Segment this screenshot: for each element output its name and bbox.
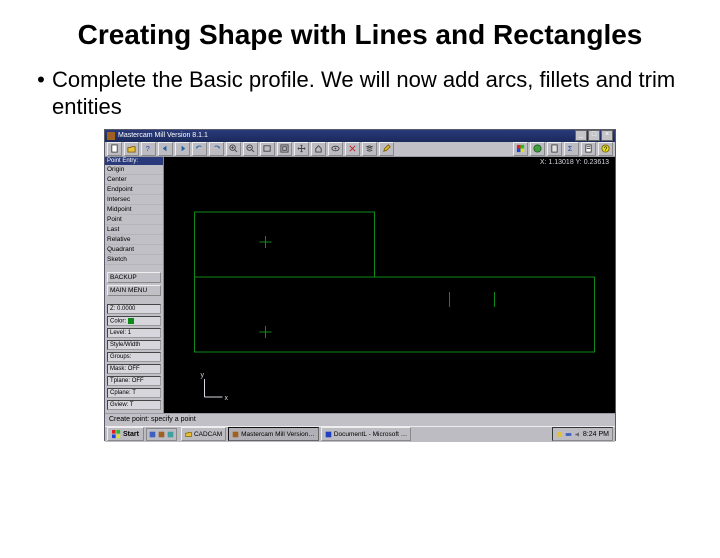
side-item-intersec[interactable]: Intersec xyxy=(105,195,163,205)
tray-icon-1[interactable] xyxy=(556,431,563,438)
minimize-button[interactable]: _ xyxy=(575,130,587,141)
status-bar: Create point: specify a point xyxy=(105,413,615,426)
home-icon[interactable] xyxy=(311,142,326,156)
status-z[interactable]: Z: 0.0000 xyxy=(107,304,161,314)
window-controls: _ □ × xyxy=(575,130,613,141)
calc-icon[interactable] xyxy=(547,142,562,156)
word-icon xyxy=(325,431,332,438)
task-cadcam[interactable]: CADCAM xyxy=(181,427,226,441)
title-bar: Mastercam Mill Version 8.1.1 _ □ × xyxy=(105,130,615,142)
clock: 8:24 PM xyxy=(583,431,609,438)
close-button[interactable]: × xyxy=(601,130,613,141)
start-button[interactable]: Start xyxy=(107,427,144,441)
status-color[interactable]: Color: xyxy=(107,316,161,327)
pan-icon[interactable] xyxy=(294,142,309,156)
system-tray: 8:24 PM xyxy=(552,427,613,441)
help-icon[interactable]: ? xyxy=(141,142,156,156)
layers-icon[interactable] xyxy=(362,142,377,156)
start-label: Start xyxy=(123,431,139,438)
ql-icon-1[interactable] xyxy=(149,431,156,438)
ql-icon-2[interactable] xyxy=(158,431,165,438)
sidebar: Point Entry: Origin Center Endpoint Inte… xyxy=(105,157,164,413)
embedded-screenshot: Mastercam Mill Version 8.1.1 _ □ × ? Σ ? xyxy=(104,129,616,441)
svg-text:?: ? xyxy=(604,146,608,153)
zoom-in-icon[interactable] xyxy=(226,142,241,156)
side-item-quadrant[interactable]: Quadrant xyxy=(105,245,163,255)
modify-icon[interactable] xyxy=(379,142,394,156)
svg-text:?: ? xyxy=(146,144,150,153)
side-item-relative[interactable]: Relative xyxy=(105,235,163,245)
file-icon[interactable] xyxy=(107,142,122,156)
quick-launch xyxy=(146,428,177,441)
backup-button[interactable]: BACKUP xyxy=(107,272,161,283)
side-panel-title: Point Entry: xyxy=(105,157,163,165)
question-icon[interactable]: ? xyxy=(598,142,613,156)
cad-drawing: y x xyxy=(164,157,615,413)
folder-icon xyxy=(185,431,192,438)
app-icon xyxy=(107,132,115,140)
side-item-center[interactable]: Center xyxy=(105,175,163,185)
mastercam-icon xyxy=(232,431,239,438)
status-tplane[interactable]: Tplane: OFF xyxy=(107,376,161,386)
taskbar: Start CADCAM Mastercam Mill Version… Doc… xyxy=(105,426,615,442)
stats-icon[interactable]: Σ xyxy=(564,142,579,156)
maximize-button[interactable]: □ xyxy=(588,130,600,141)
undo-icon[interactable] xyxy=(192,142,207,156)
view-icon[interactable] xyxy=(328,142,343,156)
volume-icon[interactable] xyxy=(574,431,581,438)
status-level[interactable]: Level: 1 xyxy=(107,328,161,338)
side-item-midpoint[interactable]: Midpoint xyxy=(105,205,163,215)
delete-icon[interactable] xyxy=(345,142,360,156)
bullet-dot: • xyxy=(30,66,52,94)
bullet-list: • Complete the Basic profile. We will no… xyxy=(30,66,690,121)
status-gview[interactable]: Gview: T xyxy=(107,400,161,410)
side-item-last[interactable]: Last xyxy=(105,225,163,235)
task-word[interactable]: DocumentL - Microsoft … xyxy=(321,427,411,441)
forward-icon[interactable] xyxy=(175,142,190,156)
status-cplane[interactable]: Cplane: T xyxy=(107,388,161,398)
side-item-endpoint[interactable]: Endpoint xyxy=(105,185,163,195)
bullet-item: • Complete the Basic profile. We will no… xyxy=(30,66,690,121)
side-item-sketch[interactable]: Sketch xyxy=(105,255,163,265)
window-title: Mastercam Mill Version 8.1.1 xyxy=(118,132,575,139)
back-icon[interactable] xyxy=(158,142,173,156)
zoom-window-icon[interactable] xyxy=(260,142,275,156)
point-entry-list: Origin Center Endpoint Intersec Midpoint… xyxy=(105,165,163,265)
axis-x-label: x xyxy=(225,395,229,402)
cad-canvas[interactable]: X: 1.13018 Y: 0.23613 y x xyxy=(164,157,615,413)
status-style[interactable]: Style/Width xyxy=(107,340,161,350)
tray-icon-2[interactable] xyxy=(565,431,572,438)
svg-text:Σ: Σ xyxy=(568,144,573,153)
task-mastercam[interactable]: Mastercam Mill Version… xyxy=(228,427,319,441)
coord-readout: X: 1.13018 Y: 0.23613 xyxy=(540,159,609,166)
open-icon[interactable] xyxy=(124,142,139,156)
main-area: Point Entry: Origin Center Endpoint Inte… xyxy=(105,157,615,413)
slide-title: Creating Shape with Lines and Rectangles xyxy=(40,18,680,52)
fit-icon[interactable] xyxy=(277,142,292,156)
zoom-out-icon[interactable] xyxy=(243,142,258,156)
main-menu-button[interactable]: MAIN MENU xyxy=(107,285,161,296)
side-item-origin[interactable]: Origin xyxy=(105,165,163,175)
status-groups[interactable]: Groups: xyxy=(107,352,161,362)
axis-y-label: y xyxy=(201,372,205,379)
color-icon[interactable] xyxy=(513,142,528,156)
redo-icon[interactable] xyxy=(209,142,224,156)
side-item-point[interactable]: Point xyxy=(105,215,163,225)
status-mask[interactable]: Mask: OFF xyxy=(107,364,161,374)
report-icon[interactable] xyxy=(581,142,596,156)
status-text: Create point: specify a point xyxy=(109,416,196,423)
bullet-text: Complete the Basic profile. We will now … xyxy=(52,66,690,121)
toolbar: ? Σ ? xyxy=(105,142,615,157)
globe-icon[interactable] xyxy=(530,142,545,156)
windows-icon xyxy=(112,430,121,439)
ql-icon-3[interactable] xyxy=(167,431,174,438)
